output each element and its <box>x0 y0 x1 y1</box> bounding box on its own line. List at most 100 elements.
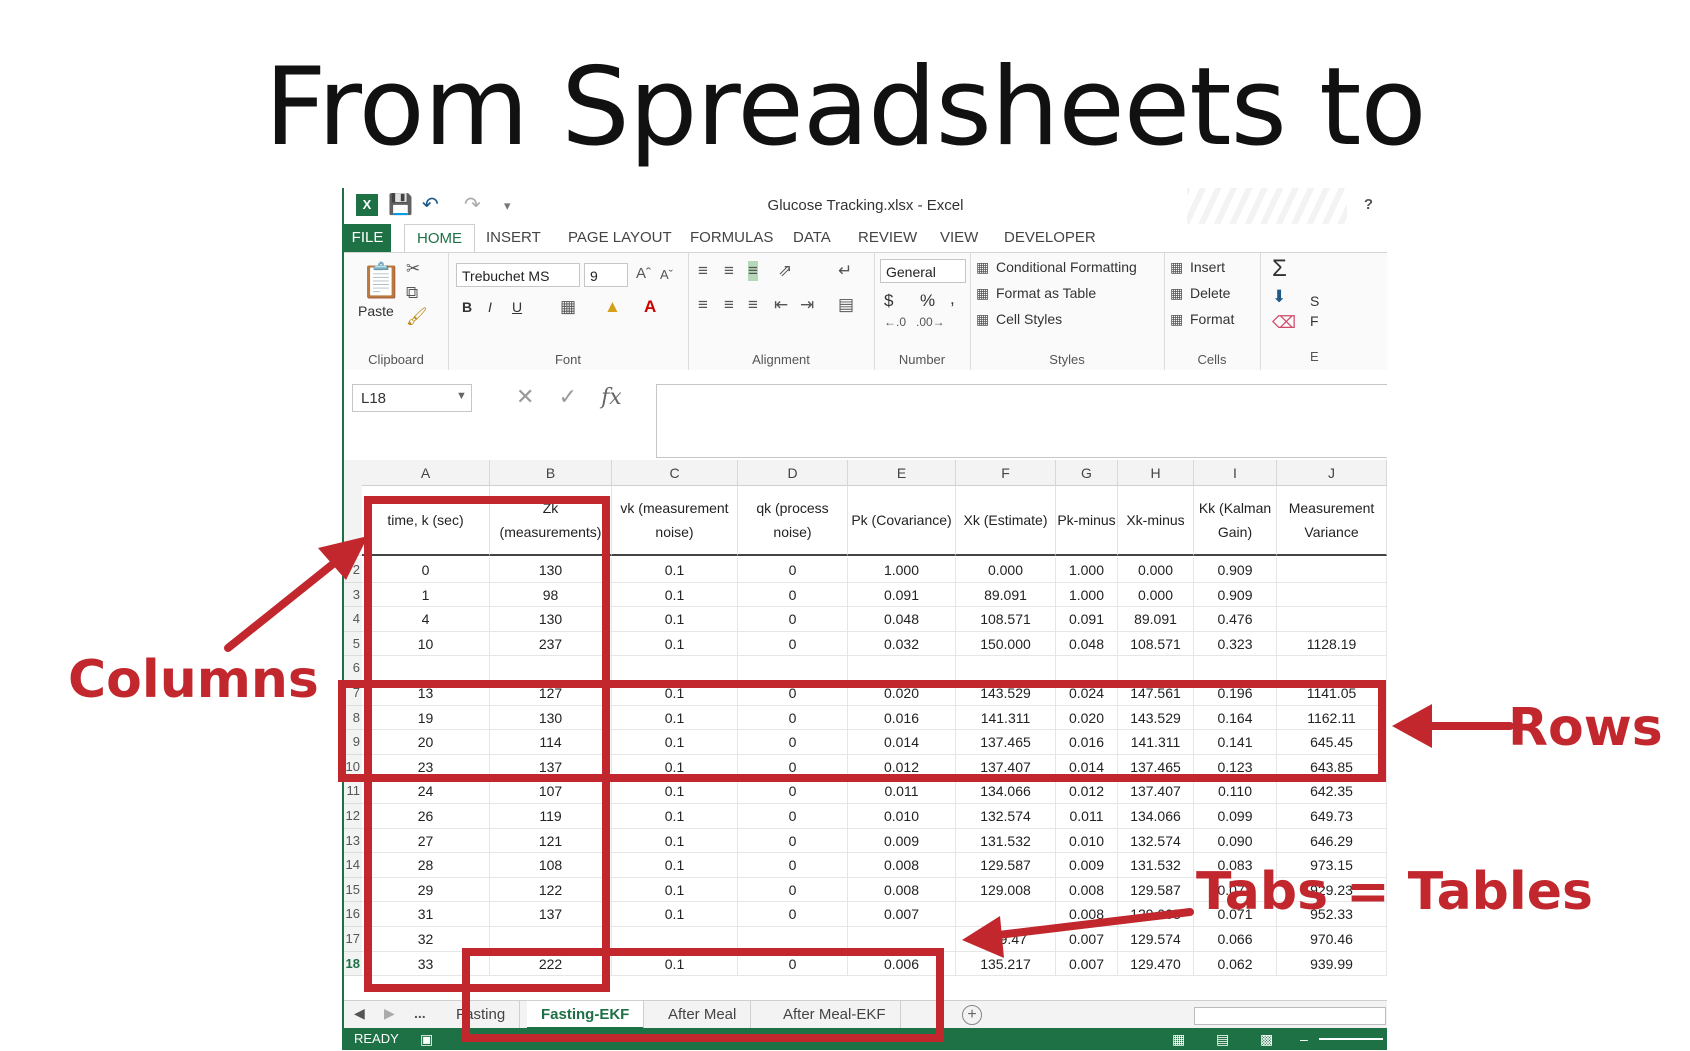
table-cell[interactable]: 0.1 <box>612 607 738 632</box>
column-header-a[interactable]: A <box>362 460 490 486</box>
header-cell[interactable]: Pk (Covariance) <box>848 486 956 556</box>
table-cell[interactable]: 31 <box>362 902 490 927</box>
table-cell[interactable]: 0.048 <box>1056 631 1118 657</box>
table-cell[interactable]: 0.1 <box>612 951 738 977</box>
row-number[interactable]: 17 <box>344 927 362 952</box>
table-cell[interactable]: 0.1 <box>612 804 738 829</box>
header-cell[interactable]: Measurement Variance <box>1277 486 1387 556</box>
table-cell[interactable] <box>848 656 956 681</box>
table-cell[interactable] <box>612 927 738 952</box>
table-cell[interactable]: 32 <box>362 927 490 952</box>
table-cell[interactable]: 127 <box>490 681 612 706</box>
table-cell[interactable]: 646.29 <box>1277 828 1387 854</box>
table-cell[interactable]: 939.99 <box>1277 951 1387 977</box>
format-as-table-button[interactable]: Format as Table <box>996 285 1096 301</box>
table-cell[interactable]: 1.000 <box>1056 558 1118 583</box>
table-cell[interactable]: 141.311 <box>1118 730 1194 755</box>
table-cell[interactable]: 23 <box>362 754 490 780</box>
table-cell[interactable]: 129.587 <box>956 853 1056 878</box>
table-cell[interactable]: 0.000 <box>1118 558 1194 583</box>
zoom-out-icon[interactable]: – <box>1300 1028 1308 1050</box>
formula-input[interactable] <box>656 384 1387 458</box>
table-cell[interactable]: 143.529 <box>1118 705 1194 731</box>
table-cell[interactable]: 29 <box>362 877 490 903</box>
table-cell[interactable]: 0 <box>738 582 848 608</box>
table-cell[interactable]: 0.007 <box>1056 951 1118 977</box>
table-cell[interactable] <box>490 927 612 952</box>
normal-view-icon[interactable]: ▦ <box>1172 1028 1185 1050</box>
column-header-d[interactable]: D <box>738 460 848 486</box>
table-cell[interactable]: 137.465 <box>1118 754 1194 780</box>
table-cell[interactable]: 0 <box>738 631 848 657</box>
table-cell[interactable] <box>1194 656 1277 681</box>
font-name-select[interactable]: Trebuchet MS <box>456 263 580 287</box>
decrease-font-icon[interactable]: Aˇ <box>660 267 673 282</box>
find-select-partial[interactable]: F <box>1310 313 1319 329</box>
table-cell[interactable]: 0 <box>738 804 848 829</box>
row-number[interactable]: 13 <box>344 828 362 854</box>
table-cell[interactable]: 0.1 <box>612 558 738 583</box>
header-cell[interactable]: vk (measurement noise) <box>612 486 738 556</box>
table-cell[interactable]: 131.532 <box>1118 853 1194 878</box>
header-cell[interactable]: Xk-minus <box>1118 486 1194 556</box>
table-cell[interactable]: 141.311 <box>956 705 1056 731</box>
orientation-icon[interactable]: ⇗ <box>778 261 792 281</box>
table-cell[interactable]: 0.012 <box>1056 779 1118 804</box>
table-cell[interactable]: 134.066 <box>956 779 1056 804</box>
font-color-icon[interactable]: A <box>644 297 656 317</box>
table-cell[interactable]: 0 <box>738 558 848 583</box>
table-cell[interactable]: 13 <box>362 681 490 706</box>
sheet-tab-fasting[interactable]: Fasting <box>442 1001 521 1029</box>
table-cell[interactable]: 0.008 <box>848 853 956 878</box>
row-number[interactable]: 16 <box>344 902 362 927</box>
table-cell[interactable] <box>738 656 848 681</box>
table-cell[interactable]: 137.465 <box>956 730 1056 755</box>
percent-button[interactable]: % <box>920 291 935 311</box>
page-break-view-icon[interactable]: ▩ <box>1260 1028 1273 1050</box>
align-right-icon[interactable]: ≡ <box>748 295 758 315</box>
cell-styles-button[interactable]: Cell Styles <box>996 311 1062 327</box>
fill-icon[interactable]: ⬇ <box>1272 287 1286 307</box>
column-header-i[interactable]: I <box>1194 460 1277 486</box>
decrease-decimal-icon[interactable]: .00→ <box>916 315 945 329</box>
table-cell[interactable]: 642.35 <box>1277 779 1387 804</box>
paste-icon[interactable]: 📋 <box>360 261 402 301</box>
column-header-e[interactable]: E <box>848 460 956 486</box>
enter-icon[interactable]: ✓ <box>559 384 577 409</box>
table-cell[interactable]: 0.1 <box>612 828 738 854</box>
table-cell[interactable]: 0.1 <box>612 754 738 780</box>
table-cell[interactable]: 129.574 <box>1118 927 1194 952</box>
help-icon[interactable]: ? <box>1364 196 1373 213</box>
name-box-dropdown-icon[interactable]: ▼ <box>456 390 467 402</box>
table-cell[interactable]: 0.010 <box>1056 828 1118 854</box>
tab-insert[interactable]: INSERT <box>474 224 553 252</box>
bold-button[interactable]: B <box>462 299 472 315</box>
table-cell[interactable]: 0 <box>738 779 848 804</box>
table-cell[interactable]: 0 <box>738 877 848 903</box>
table-cell[interactable]: 1128.19 <box>1277 631 1387 657</box>
table-cell[interactable]: 0 <box>738 902 848 927</box>
page-layout-view-icon[interactable]: ▤ <box>1216 1028 1229 1050</box>
increase-font-icon[interactable]: Aˆ <box>636 265 651 282</box>
table-cell[interactable]: 89.091 <box>1118 607 1194 632</box>
insert-cells-button[interactable]: Insert <box>1190 259 1225 275</box>
table-cell[interactable]: 0.091 <box>848 582 956 608</box>
table-cell[interactable]: 129.587 <box>1118 877 1194 903</box>
table-cell[interactable]: 119 <box>490 804 612 829</box>
table-cell[interactable]: 114 <box>490 730 612 755</box>
table-cell[interactable]: 0.000 <box>956 558 1056 583</box>
table-cell[interactable]: 0.066 <box>1194 927 1277 952</box>
table-cell[interactable]: 0.141 <box>1194 730 1277 755</box>
table-cell[interactable]: 33 <box>362 951 490 977</box>
table-cell[interactable]: 130 <box>490 607 612 632</box>
row-number[interactable]: 7 <box>344 681 362 706</box>
table-cell[interactable]: 222 <box>490 951 612 977</box>
table-cell[interactable]: 0.008 <box>848 877 956 903</box>
table-cell[interactable]: 0.1 <box>612 853 738 878</box>
table-cell[interactable]: 108.571 <box>956 607 1056 632</box>
table-cell[interactable]: 0 <box>738 730 848 755</box>
table-cell[interactable]: 0.909 <box>1194 582 1277 608</box>
table-cell[interactable]: 0.010 <box>848 804 956 829</box>
add-sheet-button[interactable]: + <box>962 1005 982 1025</box>
table-cell[interactable] <box>956 902 1056 927</box>
